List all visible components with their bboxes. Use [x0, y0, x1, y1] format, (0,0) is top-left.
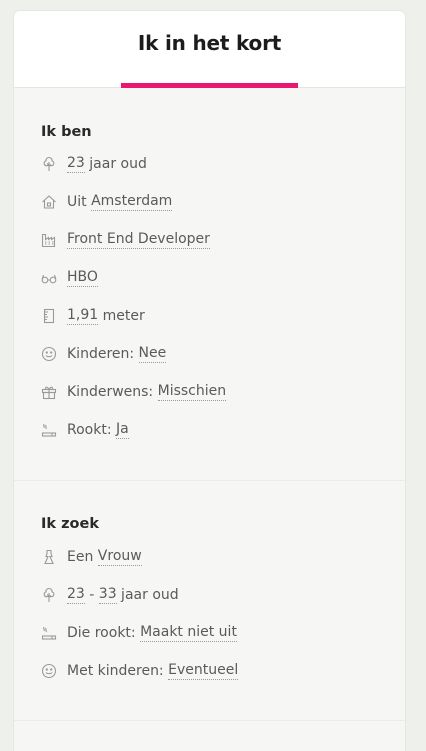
- row-seek-children: Met kinderen: Eventueel: [41, 660, 239, 682]
- row-height: 1,91 meter: [41, 305, 145, 327]
- glasses-icon: [41, 270, 57, 286]
- height-suffix: meter: [98, 308, 145, 324]
- section-heading-ik-ben: Ik ben: [41, 124, 92, 140]
- section-heading-ik-zoek: Ik zoek: [41, 516, 99, 532]
- card-header: Ik in het kort: [14, 11, 405, 88]
- profile-summary-card: Ik in het kort Ik ben 23 jaar oud Uit Am…: [14, 11, 405, 751]
- dress-icon: [41, 549, 57, 565]
- job-value[interactable]: Front End Developer: [67, 231, 210, 249]
- city-prefix: Uit: [67, 194, 92, 210]
- row-seek-age: 23 - 33 jaar oud: [41, 584, 179, 606]
- children-value[interactable]: Nee: [138, 345, 167, 363]
- card-title: Ik in het kort: [137, 31, 282, 55]
- ruler-icon: [41, 308, 57, 324]
- section-ik-zoek: Ik zoek Een Vrouw 23 - 33 jaar oud Die r…: [14, 481, 405, 721]
- row-seek-smoking: Die rookt: Maakt niet uit: [41, 622, 237, 644]
- height-value[interactable]: 1,91: [67, 307, 99, 325]
- child-wish-value[interactable]: Misschien: [157, 383, 227, 401]
- gift-icon: [41, 384, 57, 400]
- age-value[interactable]: 23: [67, 155, 85, 173]
- seek-gender-value[interactable]: Vrouw: [97, 548, 142, 566]
- child-wish-prefix: Kinderwens:: [67, 384, 158, 400]
- row-children: Kinderen: Nee: [41, 343, 167, 365]
- row-smoking: Rookt: Ja: [41, 419, 129, 441]
- tree-icon: [41, 156, 57, 172]
- factory-icon: [41, 232, 57, 248]
- seek-smoking-value[interactable]: Maakt niet uit: [140, 624, 237, 642]
- education-value[interactable]: HBO: [67, 269, 98, 287]
- row-city: Uit Amsterdam: [41, 191, 173, 213]
- row-child-wish: Kinderwens: Misschien: [41, 381, 227, 403]
- smoking-prefix: Rookt:: [67, 422, 116, 438]
- row-education: HBO: [41, 267, 98, 289]
- age-suffix: jaar oud: [84, 156, 147, 172]
- smiley-icon: [41, 663, 57, 679]
- seek-gender-prefix: Een: [67, 549, 98, 565]
- seek-age-max[interactable]: 33: [98, 586, 117, 604]
- seek-smoking-prefix: Die rookt:: [67, 625, 141, 641]
- house-icon: [41, 194, 57, 210]
- seek-age-suffix: jaar oud: [116, 587, 179, 603]
- children-prefix: Kinderen:: [67, 346, 139, 362]
- row-age: 23 jaar oud: [41, 153, 147, 175]
- seek-children-value[interactable]: Eventueel: [168, 662, 239, 680]
- section-ik-ben: Ik ben 23 jaar oud Uit Amsterdam Front E…: [14, 88, 405, 481]
- row-job: Front End Developer: [41, 229, 210, 251]
- smiley-icon: [41, 346, 57, 362]
- cigarette-icon: [41, 422, 57, 438]
- seek-age-separator: -: [84, 587, 99, 603]
- seek-age-min[interactable]: 23: [67, 586, 85, 604]
- smoking-value[interactable]: Ja: [116, 421, 129, 439]
- row-seek-gender: Een Vrouw: [41, 546, 142, 568]
- tree-icon: [41, 587, 57, 603]
- seek-children-prefix: Met kinderen:: [67, 663, 169, 679]
- city-value[interactable]: Amsterdam: [91, 193, 173, 211]
- cigarette-icon: [41, 625, 57, 641]
